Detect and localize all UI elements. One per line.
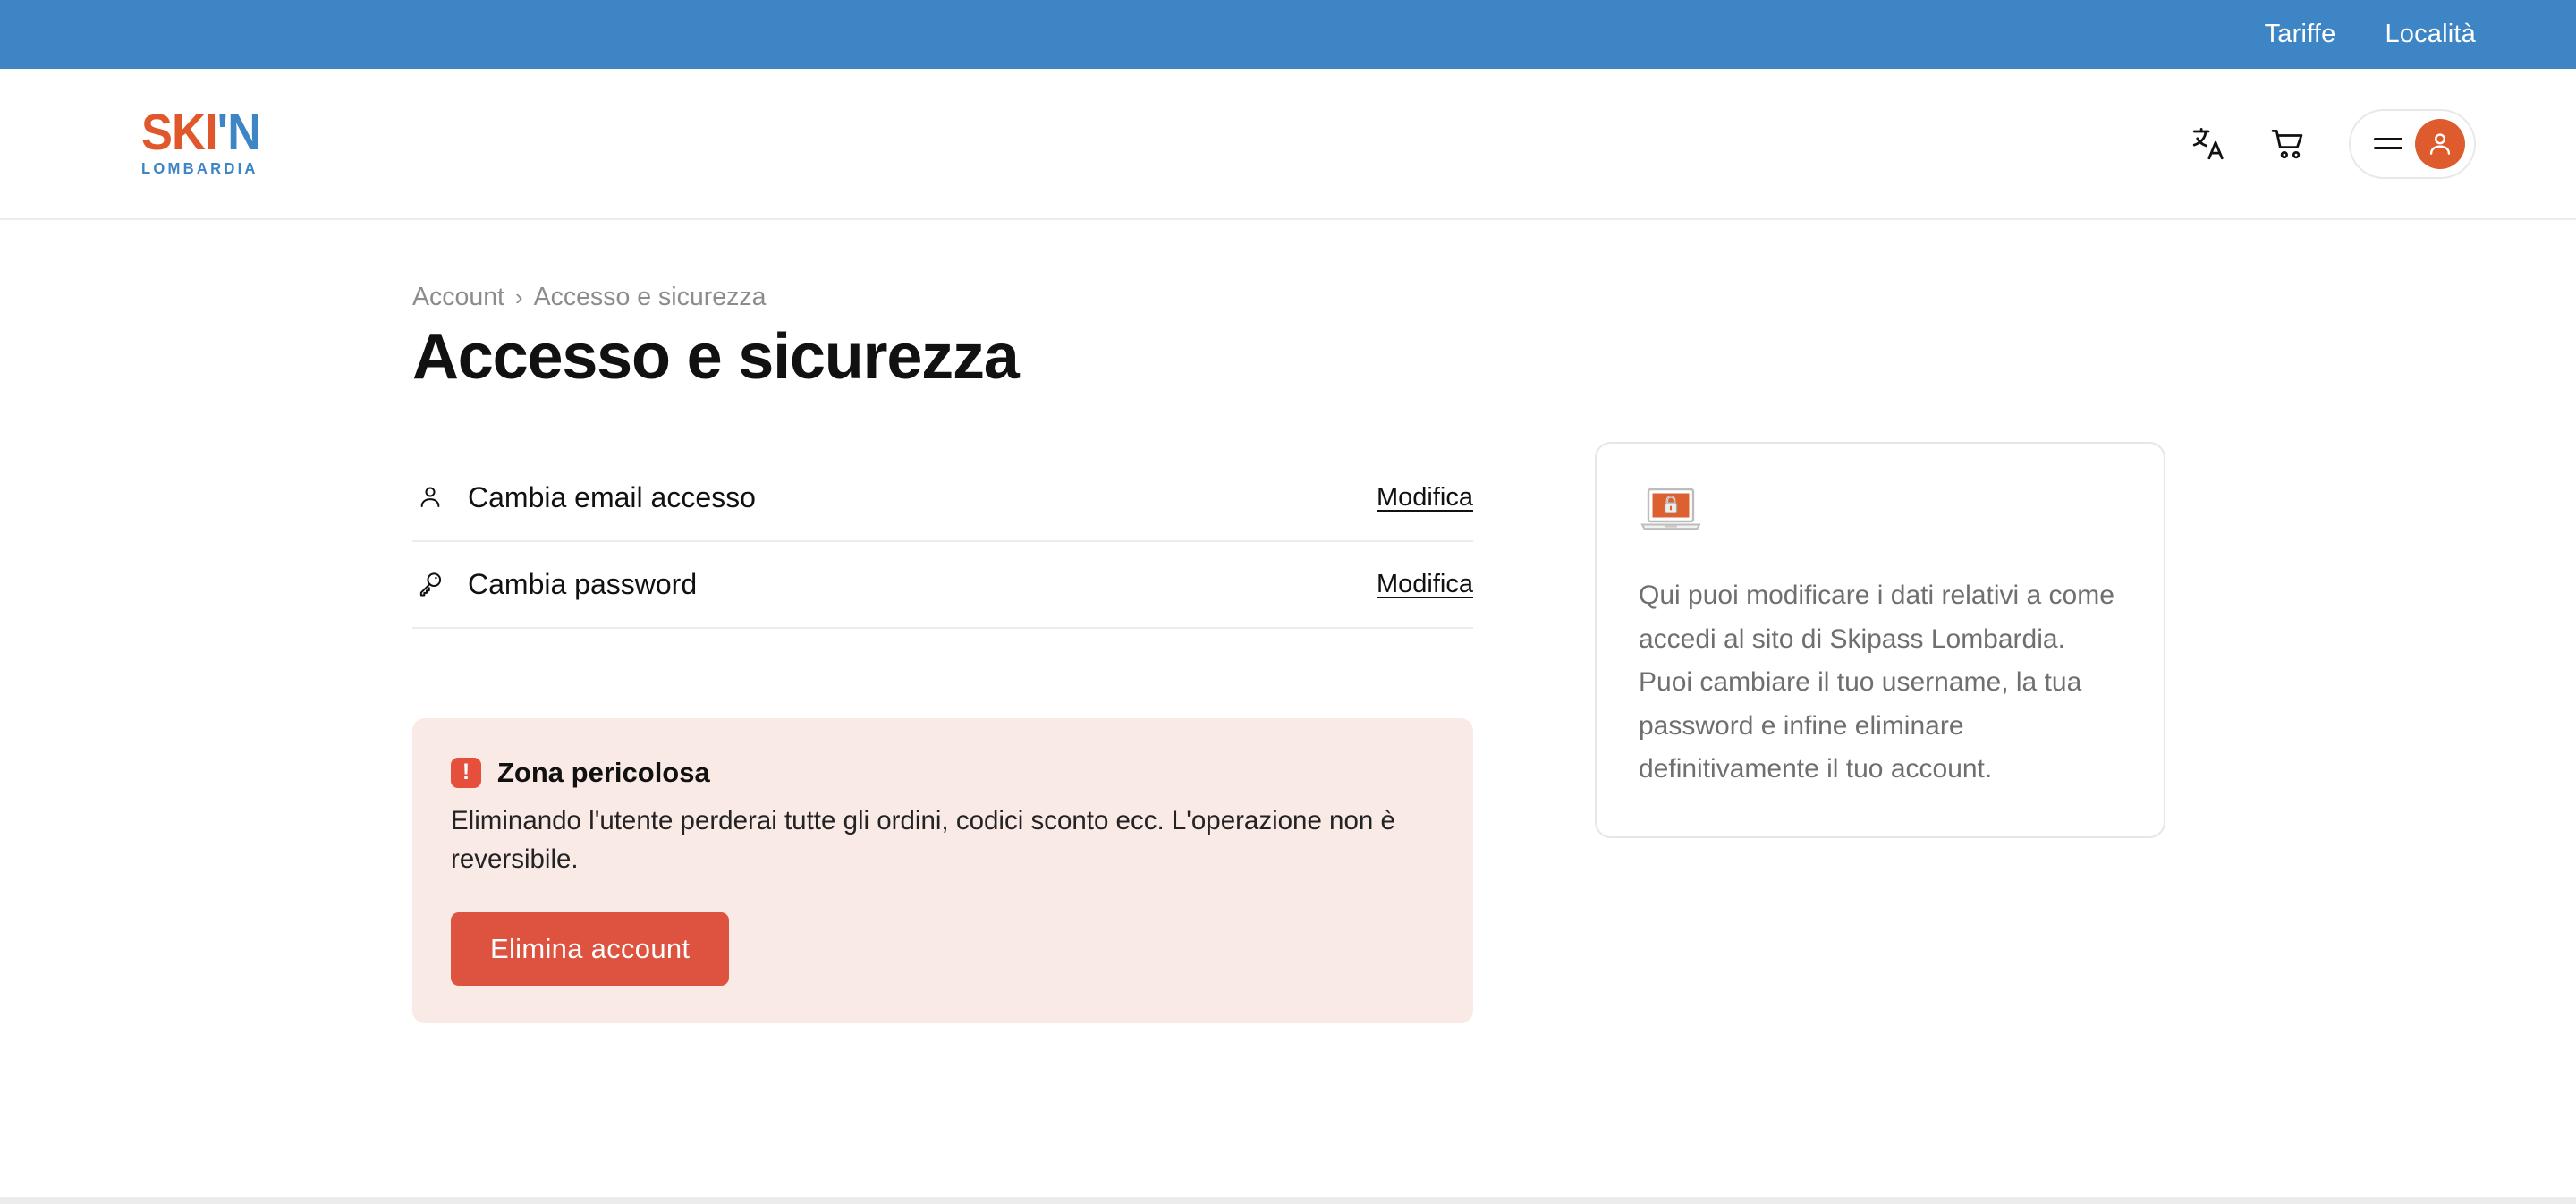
site-header: SKI'N LOMBARDIA (0, 69, 2576, 220)
top-utility-bar: Tariffe Località (0, 0, 2576, 69)
page-body: Account › Accesso e sicurezza Accesso e … (0, 220, 2576, 1204)
danger-zone-header: ! Zona pericolosa (451, 757, 1437, 789)
breadcrumb-parent[interactable]: Account (412, 283, 504, 312)
content-wrapper: Account › Accesso e sicurezza Accesso e … (412, 220, 2476, 1024)
main-column: Account › Accesso e sicurezza Accesso e … (412, 283, 1473, 1024)
laptop-lock-icon (1639, 486, 2122, 542)
info-card-text: Qui puoi modificare i dati relativi a co… (1639, 581, 2114, 784)
logo-text-n: 'N (216, 103, 261, 161)
topbar-link-localita[interactable]: Località (2385, 20, 2476, 49)
page-title: Accesso e sicurezza (412, 321, 1020, 393)
header-actions (2188, 108, 2476, 179)
hamburger-icon[interactable] (2374, 138, 2402, 149)
breadcrumb: Account › Accesso e sicurezza (412, 283, 1473, 312)
logo-wordmark: SKI'N (141, 106, 261, 157)
danger-zone-title: Zona pericolosa (497, 756, 710, 788)
translate-icon[interactable] (2188, 123, 2229, 165)
danger-zone-description: Eliminando l'utente perderai tutte gli o… (451, 805, 1395, 875)
setting-row-change-password[interactable]: Cambia password Modifica (412, 542, 1473, 629)
site-logo[interactable]: SKI'N LOMBARDIA (141, 106, 271, 178)
info-card: Qui puoi modificare i dati relativi a co… (1595, 442, 2165, 838)
side-column: Qui puoi modificare i dati relativi a co… (1595, 283, 2165, 1023)
cart-icon[interactable] (2268, 123, 2309, 165)
setting-label: Cambia password (468, 567, 698, 600)
edit-email-link[interactable]: Modifica (1377, 483, 1473, 513)
footer-divider (0, 1197, 2576, 1204)
top-utility-links: Tariffe Località (2265, 20, 2476, 49)
delete-account-button[interactable]: Elimina account (451, 912, 730, 987)
setting-row-change-email[interactable]: Cambia email accesso Modifica (412, 455, 1473, 542)
user-icon (412, 483, 448, 512)
breadcrumb-separator-icon: › (514, 284, 523, 310)
danger-zone-panel: ! Zona pericolosa Eliminando l'utente pe… (412, 717, 1473, 1024)
account-menu-button[interactable] (2349, 108, 2476, 179)
setting-label: Cambia email accesso (468, 480, 756, 513)
logo-subtitle: LOMBARDIA (141, 159, 258, 178)
breadcrumb-current: Accesso e sicurezza (533, 283, 767, 311)
alert-exclamation-icon: ! (451, 757, 481, 788)
edit-password-link[interactable]: Modifica (1377, 570, 1473, 599)
key-icon (412, 570, 448, 598)
topbar-link-tariffe[interactable]: Tariffe (2265, 20, 2336, 49)
logo-text-ski: SKI (141, 103, 218, 161)
user-avatar-icon[interactable] (2415, 118, 2465, 169)
